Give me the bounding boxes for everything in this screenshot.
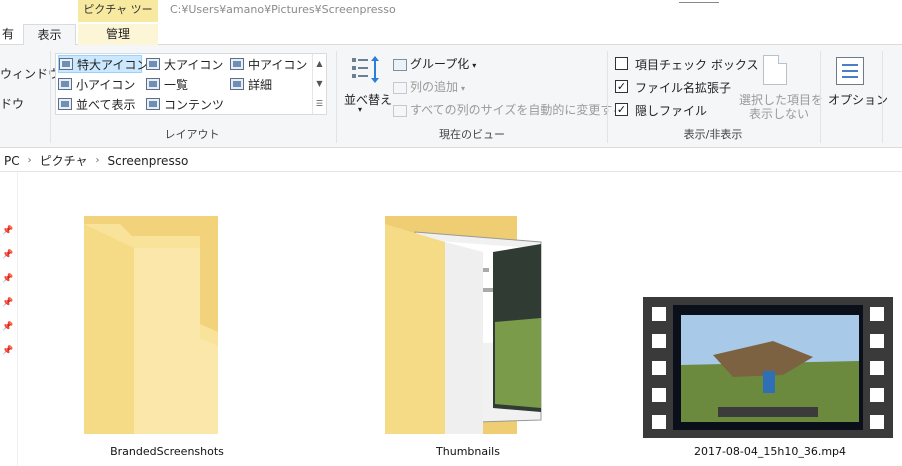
add-column-label: 列の追加 [410, 80, 459, 94]
details-icon [230, 78, 244, 90]
title-divider [679, 2, 719, 3]
layout-item-label: コンテンツ [164, 97, 225, 112]
pin-icon[interactable]: 📌 [2, 346, 13, 356]
add-column-icon [393, 81, 407, 94]
folder-with-preview-icon[interactable] [383, 212, 553, 438]
group-label-show-hide: 表示/非表示 [683, 128, 743, 141]
tiles-icon [58, 98, 72, 110]
file-extensions-label: ファイル名拡張子 [635, 81, 732, 95]
group-label-layout: レイアウト [164, 128, 220, 141]
item-checkboxes-checkbox[interactable] [615, 57, 628, 70]
ribbon: ウィンドウ ドウ 特大アイコン 大アイコン 中アイコン 小アイコン 一覧 詳細 [0, 45, 902, 148]
sort-by-icon[interactable] [350, 55, 382, 85]
group-separator [607, 51, 608, 143]
pin-icon[interactable]: 📌 [2, 322, 13, 332]
options-icon[interactable] [836, 57, 864, 85]
layout-content[interactable]: コンテンツ [146, 95, 224, 113]
sort-by-button[interactable]: 並べ替え [344, 91, 392, 108]
layout-item-label: 小アイコン [76, 77, 136, 92]
layout-small-icons[interactable]: 小アイコン [58, 75, 135, 93]
more-icon[interactable]: ☰ [313, 94, 326, 114]
group-by-button[interactable]: グループ化 ▾ [393, 55, 476, 72]
layout-gallery: 特大アイコン 大アイコン 中アイコン 小アイコン 一覧 詳細 並べて表示 コンテ… [55, 53, 327, 115]
window-title-path: C:¥Users¥amano¥Pictures¥Screenpresso [170, 3, 396, 16]
group-by-icon [393, 58, 407, 71]
chevron-down-icon: ▾ [461, 84, 466, 93]
layout-item-label: 特大アイコン [77, 57, 149, 72]
file-name-thumbnails[interactable]: Thumbnails [383, 445, 553, 458]
layout-item-label: 詳細 [248, 77, 273, 92]
hide-selected-icon[interactable] [763, 55, 787, 85]
tab-view[interactable]: 表示 [23, 24, 76, 46]
layout-item-label: 大アイコン [164, 57, 224, 72]
navigation-pane: 📌 📌 📌 📌 📌 📌 [0, 172, 18, 466]
pin-icon[interactable]: 📌 [2, 274, 13, 284]
layout-item-label: 一覧 [164, 77, 189, 92]
ribbon-pane-item[interactable]: ドウ [0, 95, 24, 112]
sort-dropdown-icon[interactable]: ▾ [358, 105, 362, 114]
breadcrumb-screenpresso[interactable]: Screenpresso [104, 154, 193, 168]
layout-large-icons[interactable]: 大アイコン [146, 55, 223, 73]
breadcrumb-pictures[interactable]: ピクチャ [36, 152, 92, 169]
pin-icon[interactable]: 📌 [2, 250, 13, 260]
list-icon [146, 78, 160, 90]
file-extensions-checkbox[interactable]: ✓ [615, 80, 628, 93]
layout-extra-large-icons[interactable]: 特大アイコン [58, 55, 148, 73]
add-column-button[interactable]: 列の追加 ▾ [393, 78, 465, 95]
hide-selected-line2[interactable]: 表示しない [749, 105, 809, 122]
group-separator [820, 51, 821, 143]
layout-details[interactable]: 詳細 [230, 75, 272, 93]
chevron-right-icon[interactable]: › [92, 155, 104, 166]
group-separator [882, 51, 883, 143]
medium-icons-icon [230, 58, 244, 70]
large-icons-icon [146, 58, 160, 70]
file-name-brandedscreenshots[interactable]: BrandedScreenshots [82, 445, 252, 458]
size-all-columns-label: すべての列のサイズを自動的に変更する [410, 103, 625, 117]
chevron-down-icon[interactable]: ▼ [313, 74, 326, 94]
ribbon-pane-window[interactable]: ウィンドウ [0, 65, 60, 82]
pin-icon[interactable]: 📌 [2, 298, 13, 308]
chevron-right-icon[interactable]: › [24, 155, 36, 166]
ribbon-tabs: 有 表示 管理 [0, 22, 902, 46]
video-thumbnail-icon[interactable] [643, 297, 893, 438]
breadcrumb-pc[interactable]: PC [0, 154, 24, 168]
size-all-columns-button[interactable]: すべての列のサイズを自動的に変更する [393, 101, 624, 118]
group-separator [50, 51, 51, 143]
file-name-video[interactable]: 2017-08-04_15h10_36.mp4 [680, 445, 860, 458]
title-bar: ピクチャ ツール C:¥Users¥amano¥Pictures¥Screenp… [0, 0, 902, 36]
picture-tools-header: ピクチャ ツール [78, 0, 158, 36]
group-label-current-view: 現在のビュー [439, 128, 505, 141]
small-icons-icon [58, 78, 72, 90]
chevron-up-icon[interactable]: ▲ [313, 54, 326, 74]
tab-manage[interactable]: 管理 [78, 24, 158, 46]
layout-list[interactable]: 一覧 [146, 75, 188, 93]
pin-icon[interactable]: 📌 [2, 226, 13, 236]
group-separator [336, 51, 337, 143]
layout-tiles[interactable]: 並べて表示 [58, 95, 136, 113]
content-icon [146, 98, 160, 110]
chevron-down-icon: ▾ [472, 61, 477, 70]
hidden-items-label: 隠しファイル [635, 104, 708, 118]
hidden-items-checkbox[interactable]: ✓ [615, 103, 628, 116]
group-by-label: グループ化 [410, 57, 470, 71]
layout-medium-icons[interactable]: 中アイコン [230, 55, 307, 73]
tab-share[interactable]: 有 [0, 24, 16, 46]
layout-gallery-scroll[interactable]: ▲ ▼ ☰ [312, 54, 326, 114]
folder-icon[interactable] [82, 212, 222, 438]
layout-item-label: 中アイコン [248, 57, 308, 72]
address-bar[interactable]: PC › ピクチャ › Screenpresso [0, 150, 902, 172]
options-button[interactable]: オプション [828, 91, 888, 108]
layout-item-label: 並べて表示 [76, 97, 136, 112]
extra-large-icons-icon [59, 58, 73, 70]
size-columns-icon [393, 104, 407, 117]
item-checkboxes-label: 項目チェック ボックス [635, 58, 759, 72]
